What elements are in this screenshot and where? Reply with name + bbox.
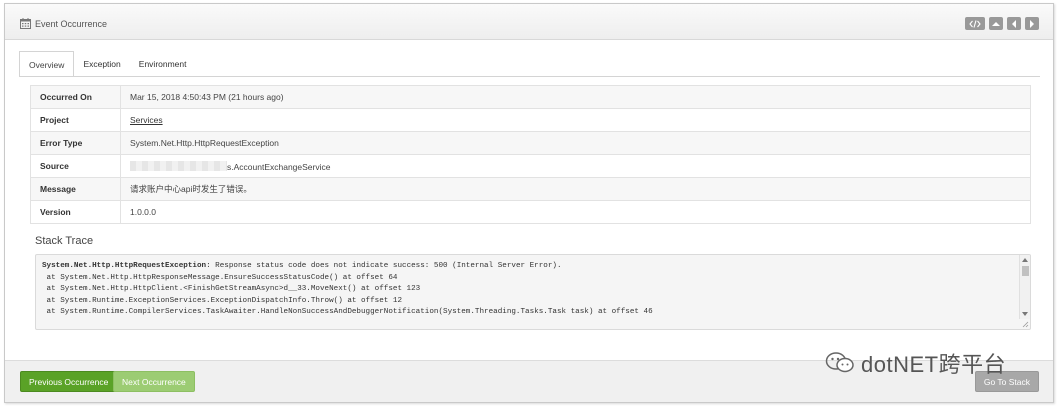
project-value-cell: Services: [120, 108, 1031, 132]
stack-line: at System.Net.Http.HttpClient.<FinishGet…: [42, 285, 421, 293]
occurred-on-value: Mar 15, 2018 4:50:43 PM (21 hours ago): [120, 85, 1031, 109]
table-row: Occurred On Mar 15, 2018 4:50:43 PM (21 …: [30, 85, 1031, 109]
stack-line: at System.Runtime.ExceptionServices.Exce…: [42, 296, 403, 305]
error-type-value: System.Net.Http.HttpRequestException: [120, 131, 1031, 155]
calendar-icon: [20, 18, 31, 29]
occurred-on-key: Occurred On: [30, 85, 121, 109]
stack-line: at System.Net.Http.HttpResponseMessage.E…: [42, 273, 398, 282]
message-key: Message: [30, 177, 121, 201]
next-occurrence-button[interactable]: Next Occurrence: [113, 371, 195, 392]
stack-trace-text: System.Net.Http.HttpRequestException: Re…: [42, 261, 1016, 319]
table-row: Error Type System.Net.Http.HttpRequestEx…: [30, 131, 1031, 155]
stack-trace-header: System.Net.Http.HttpRequestException: Re…: [42, 261, 1016, 273]
source-key: Source: [30, 154, 121, 178]
panel-header: Event Occurrence: [5, 4, 1053, 40]
scroll-up-icon[interactable]: [1022, 258, 1028, 262]
table-row: Message 请求账户中心api时发生了错误。: [30, 177, 1031, 201]
tab-environment[interactable]: Environment: [130, 51, 196, 77]
redacted-text: [130, 160, 227, 171]
panel-title: Event Occurrence: [35, 19, 108, 29]
caret-up-icon[interactable]: [989, 17, 1003, 30]
exception-type: System.Net.Http.HttpRequestException: [42, 262, 207, 270]
caret-left-icon[interactable]: [1007, 17, 1021, 30]
details-table: Occurred On Mar 15, 2018 4:50:43 PM (21 …: [30, 85, 1031, 224]
code-icon[interactable]: [965, 17, 985, 30]
source-value-cell: s.AccountExchangeService: [120, 154, 1031, 178]
table-row: Project Services: [30, 108, 1031, 132]
stack-line: at System.Runtime.CompilerServices.TaskA…: [42, 308, 653, 316]
stack-scrollbar[interactable]: [1019, 255, 1030, 319]
project-key: Project: [30, 108, 121, 132]
error-type-key: Error Type: [30, 131, 121, 155]
previous-occurrence-button[interactable]: Previous Occurrence: [20, 371, 118, 392]
event-panel: Event Occurrence Overview Exception Envi…: [4, 3, 1054, 403]
exception-message: : Response status code does not indicate…: [206, 262, 562, 270]
caret-right-icon[interactable]: [1025, 17, 1039, 30]
header-toolbar: [965, 17, 1039, 30]
table-row: Source s.AccountExchangeService: [30, 154, 1031, 178]
message-value: 请求账户中心api时发生了错误。: [120, 177, 1031, 201]
stack-trace-title: Stack Trace: [35, 235, 94, 247]
version-key: Version: [30, 200, 121, 224]
stack-trace-box[interactable]: System.Net.Http.HttpRequestException: Re…: [35, 254, 1031, 330]
watermark: dotNET跨平台: [825, 347, 1006, 379]
watermark-text: dotNET跨平台: [861, 352, 1007, 377]
project-link[interactable]: Services: [130, 115, 163, 125]
chat-bubble-icon: [825, 352, 854, 373]
tab-exception[interactable]: Exception: [74, 51, 129, 77]
resize-grip-icon[interactable]: [1022, 321, 1029, 328]
scroll-thumb[interactable]: [1022, 266, 1029, 276]
table-row: Version 1.0.0.0: [30, 200, 1031, 224]
tab-divider: [19, 76, 1040, 77]
version-value: 1.0.0.0: [120, 200, 1031, 224]
source-value: s.AccountExchangeService: [227, 161, 331, 172]
tab-overview[interactable]: Overview: [19, 51, 75, 77]
scroll-down-icon[interactable]: [1022, 312, 1028, 316]
tab-bar: Overview Exception Environment: [19, 51, 196, 77]
